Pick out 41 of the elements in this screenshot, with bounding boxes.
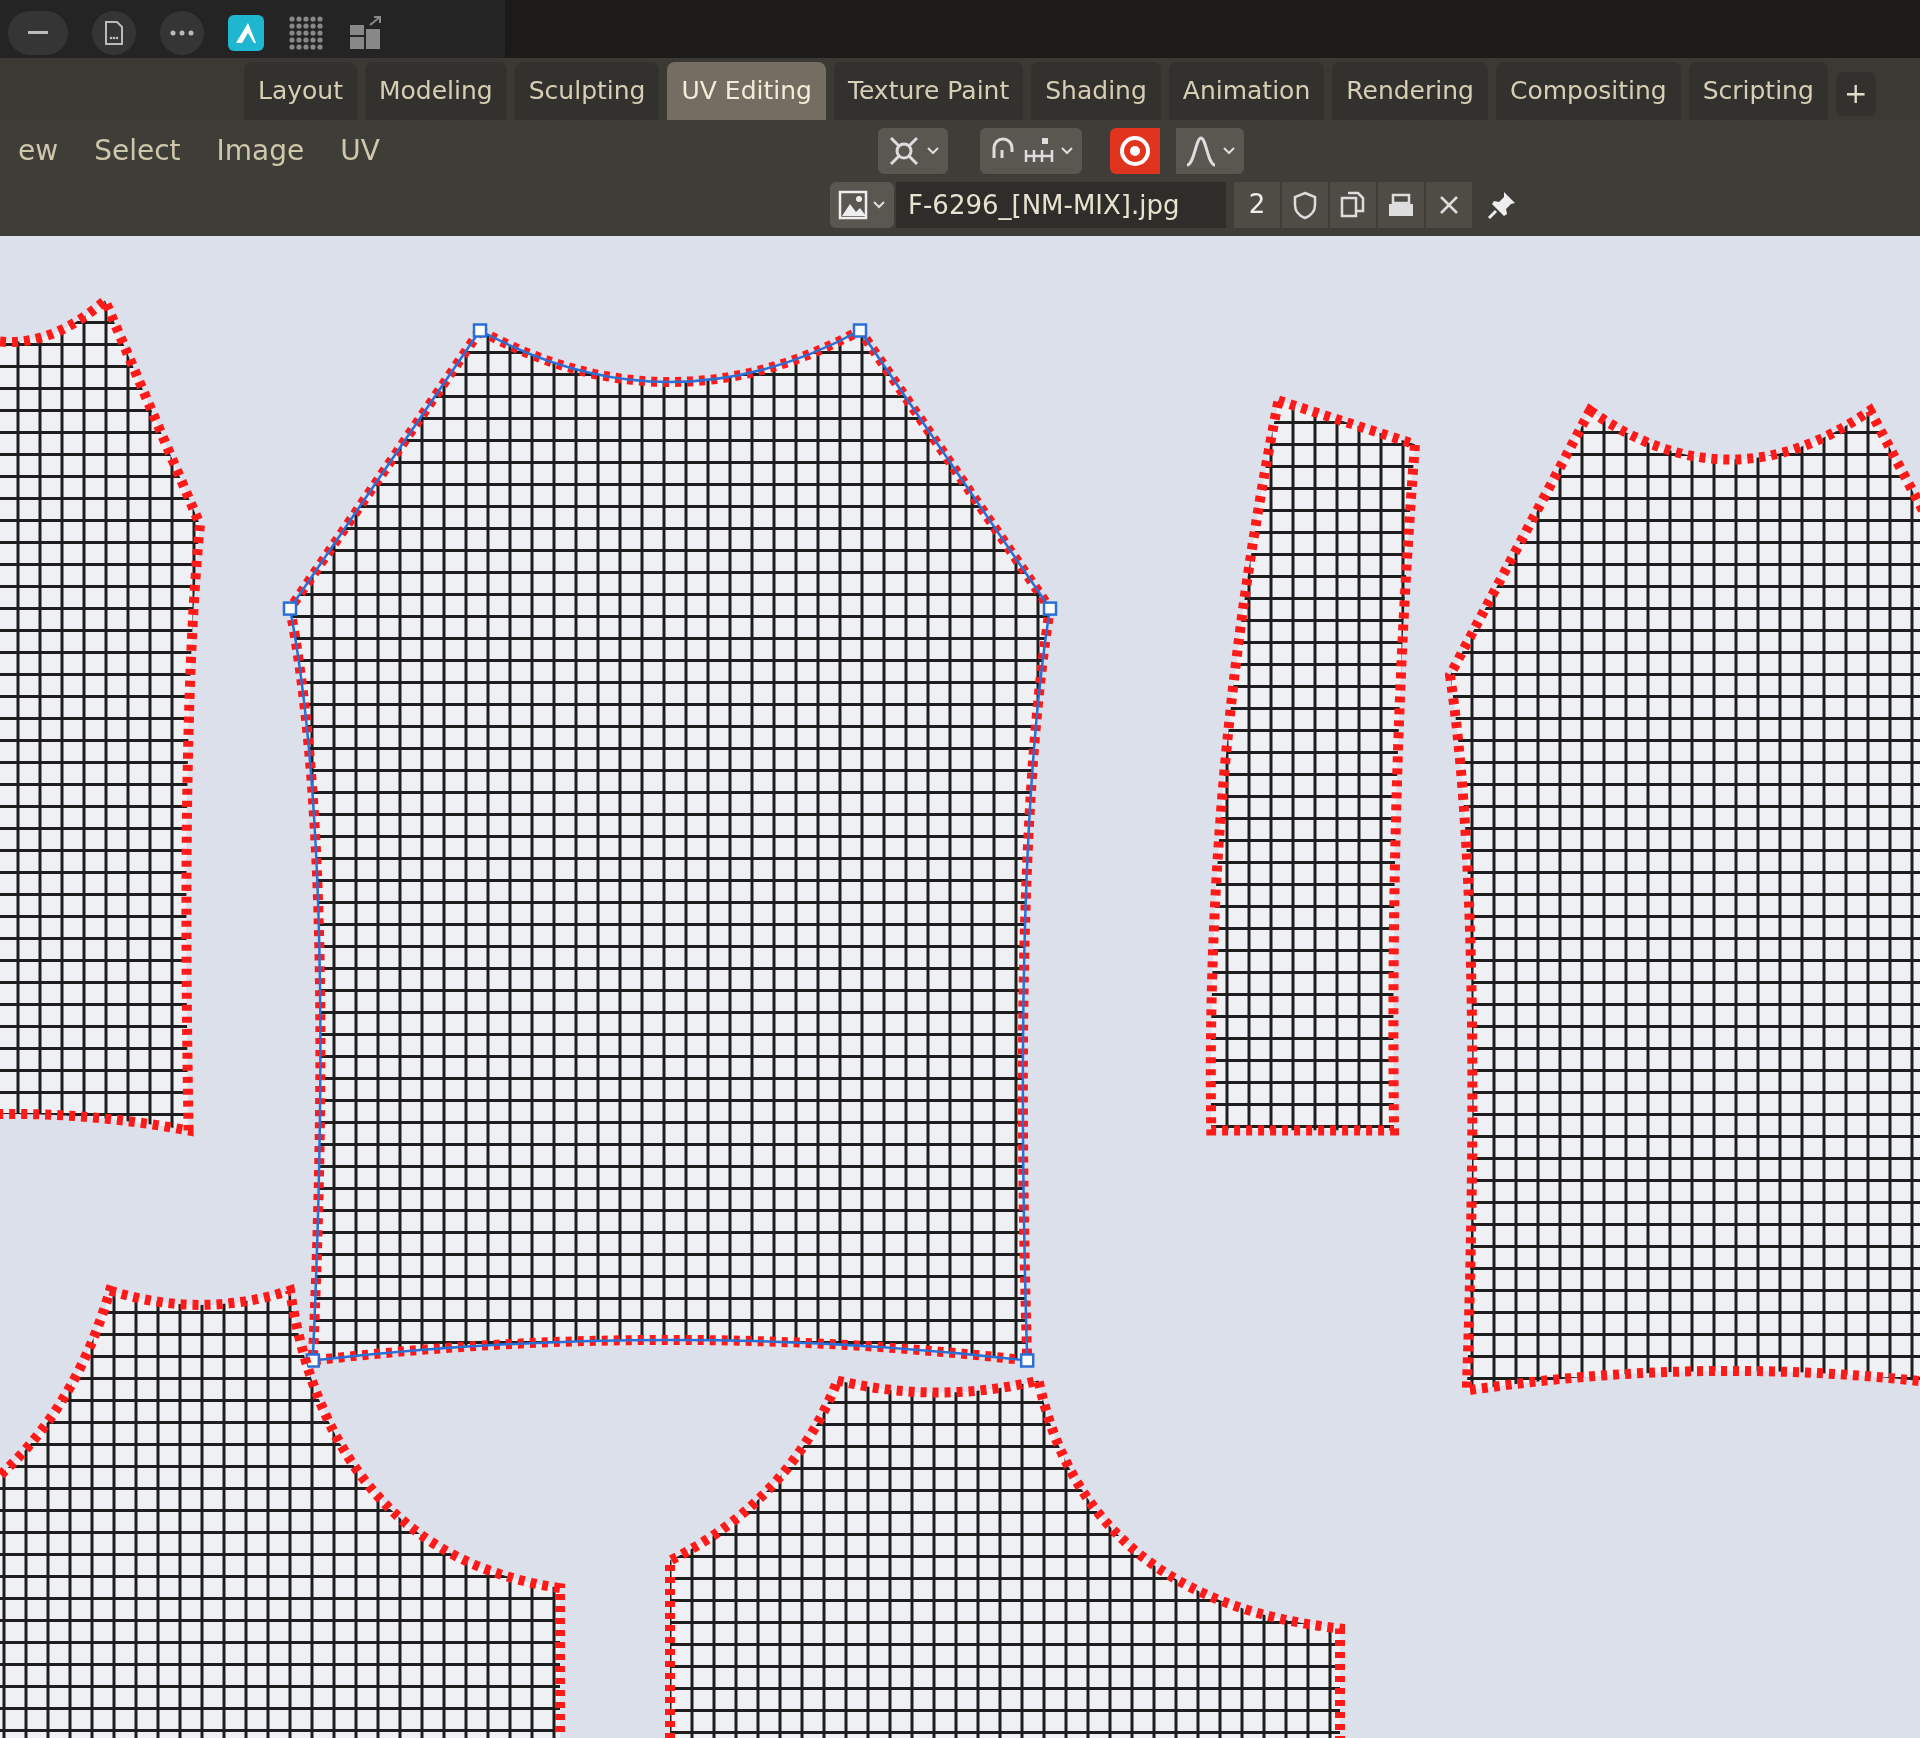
more-icon xyxy=(170,30,194,36)
target-icon xyxy=(1117,133,1152,168)
workspace-tab[interactable]: Animation xyxy=(1168,62,1325,120)
falloff-button[interactable] xyxy=(1175,127,1244,174)
image-browse-button[interactable] xyxy=(830,181,894,228)
dot-grid-icon xyxy=(288,15,324,51)
minus-icon xyxy=(28,31,48,35)
workspace-tab[interactable]: UV Editing xyxy=(667,62,826,120)
caret-icon xyxy=(1221,145,1236,156)
image-icon xyxy=(838,189,868,220)
document-icon xyxy=(104,21,124,45)
workspace-tab[interactable]: Compositing xyxy=(1495,62,1681,120)
fake-user-button[interactable] xyxy=(1282,181,1328,228)
workspace-tab[interactable]: Modeling xyxy=(365,62,507,120)
more-button[interactable] xyxy=(160,11,204,55)
workspace-tab[interactable]: Layout xyxy=(244,62,357,120)
workspace-tab[interactable]: Scripting xyxy=(1688,62,1828,120)
snap-button[interactable] xyxy=(979,127,1082,174)
workspace-tab[interactable]: Texture Paint xyxy=(833,62,1024,120)
menu-item[interactable]: Image xyxy=(198,129,323,172)
user-count-button[interactable]: 2 xyxy=(1234,181,1280,228)
menu-item[interactable]: ew xyxy=(0,129,77,172)
menu-item[interactable]: Select xyxy=(76,129,199,172)
proportional-editing-toggle[interactable] xyxy=(1109,127,1160,174)
layout-icon xyxy=(348,15,384,51)
pivot-button[interactable] xyxy=(877,127,948,174)
close-button[interactable] xyxy=(1426,181,1472,228)
caret-icon xyxy=(925,145,940,156)
workspace-tab[interactable]: Rendering xyxy=(1332,62,1488,120)
workspace-tab[interactable]: Sculpting xyxy=(514,62,660,120)
add-workspace-button[interactable]: + xyxy=(1835,71,1876,116)
caret-icon xyxy=(872,199,886,210)
new-image-button[interactable] xyxy=(1378,181,1424,228)
app-logo-icon xyxy=(228,15,264,51)
duplicate-button[interactable] xyxy=(1330,181,1376,228)
minus-button[interactable] xyxy=(8,11,68,55)
menu-item[interactable]: UV xyxy=(322,129,398,172)
caret-icon xyxy=(1059,145,1074,156)
image-name-field[interactable]: F-6296_[NM-MIX].jpg xyxy=(896,181,1226,228)
workspace-tab[interactable]: Shading xyxy=(1031,62,1161,120)
document-button[interactable] xyxy=(92,11,136,55)
